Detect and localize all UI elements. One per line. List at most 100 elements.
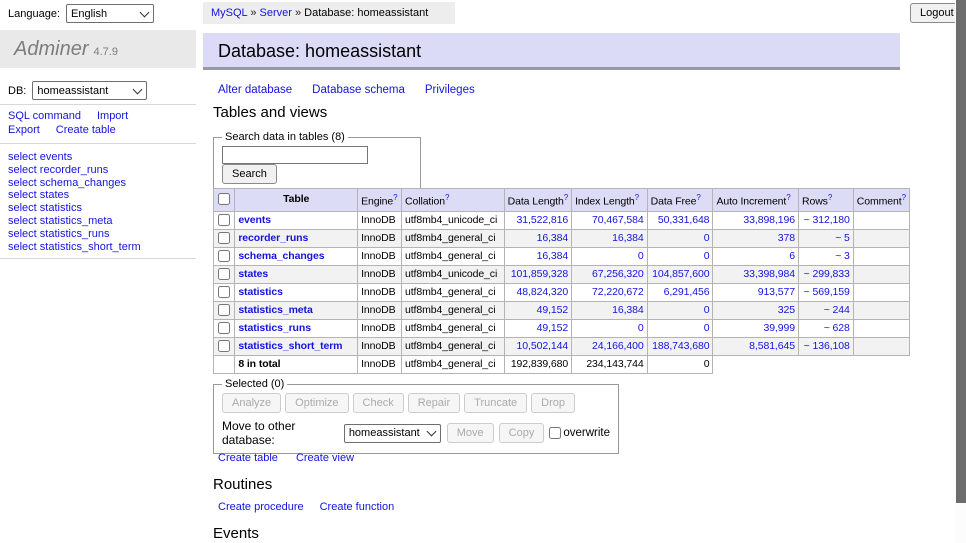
cell-auto_increment[interactable]: 6 xyxy=(713,247,799,265)
sidebar-import-link[interactable]: Import xyxy=(97,110,128,122)
data_free-link[interactable]: 0 xyxy=(704,304,710,316)
row-checkbox-cell[interactable] xyxy=(214,319,235,337)
create-procedure-link[interactable]: Create procedure xyxy=(218,501,304,513)
data_length-link[interactable]: 16,384 xyxy=(537,250,569,262)
sidebar-sql-command-link[interactable]: SQL command xyxy=(8,110,81,122)
table-name-link[interactable]: recorder_runs xyxy=(238,232,308,244)
cell-rows[interactable]: ~ 628 xyxy=(798,319,853,337)
rows-link[interactable]: ~ 244 xyxy=(824,304,850,316)
auto_increment-link[interactable]: 325 xyxy=(778,304,795,316)
scrollbar-thumb[interactable] xyxy=(956,0,966,503)
sidebar-select-link[interactable]: select statistics xyxy=(8,202,82,214)
row-checkbox-cell[interactable] xyxy=(214,211,235,229)
table-name-link[interactable]: statistics_meta xyxy=(238,304,312,316)
cell-table[interactable]: statistics xyxy=(235,283,358,301)
row-checkbox-cell[interactable] xyxy=(214,229,235,247)
index_length-link[interactable]: 72,220,672 xyxy=(592,286,644,298)
sidebar-select-link[interactable]: select states xyxy=(8,189,69,201)
data_free-link[interactable]: 188,743,680 xyxy=(652,340,709,352)
table-name-link[interactable]: statistics_runs xyxy=(238,322,311,334)
cell-data_free[interactable]: 50,331,648 xyxy=(647,211,713,229)
cell-data_length[interactable]: 10,502,144 xyxy=(504,337,571,355)
copy-button[interactable]: Copy xyxy=(499,423,545,443)
data_length-link[interactable]: 49,152 xyxy=(537,304,569,316)
cell-auto_increment[interactable]: 33,398,984 xyxy=(713,265,799,283)
column-help-link[interactable]: ? xyxy=(635,193,639,202)
cell-data_free[interactable]: 0 xyxy=(647,229,713,247)
table-name-link[interactable]: states xyxy=(238,268,268,280)
index_length-link[interactable]: 0 xyxy=(638,250,644,262)
optimize-button[interactable]: Optimize xyxy=(285,393,348,413)
data_length-link[interactable]: 10,502,144 xyxy=(517,340,569,352)
index_length-link[interactable]: 70,467,584 xyxy=(592,214,644,226)
breadcrumb-item[interactable]: Server xyxy=(260,7,292,19)
cell-rows[interactable]: ~ 569,159 xyxy=(798,283,853,301)
sidebar-select-link[interactable]: select events xyxy=(8,151,72,163)
cell-table[interactable]: statistics_meta xyxy=(235,301,358,319)
rows-link[interactable]: ~ 569,159 xyxy=(804,286,850,298)
cell-index_length[interactable]: 0 xyxy=(572,319,648,337)
index_length-link[interactable]: 24,166,400 xyxy=(592,340,644,352)
rows-link[interactable]: ~ 136,108 xyxy=(804,340,850,352)
auto_increment-link[interactable]: 33,398,984 xyxy=(743,268,795,280)
cell-index_length[interactable]: 24,166,400 xyxy=(572,337,648,355)
cell-table[interactable]: schema_changes xyxy=(235,247,358,265)
cell-rows[interactable]: ~ 5 xyxy=(798,229,853,247)
row-checkbox-cell[interactable] xyxy=(214,283,235,301)
row-checkbox-cell[interactable] xyxy=(214,265,235,283)
row-checkbox[interactable] xyxy=(218,304,230,316)
move-button[interactable]: Move xyxy=(447,423,494,443)
cell-rows[interactable]: ~ 299,833 xyxy=(798,265,853,283)
data_length-link[interactable]: 49,152 xyxy=(537,322,569,334)
repair-button[interactable]: Repair xyxy=(408,393,460,413)
cell-data_length[interactable]: 31,522,816 xyxy=(504,211,571,229)
row-checkbox-cell[interactable] xyxy=(214,337,235,355)
auto_increment-link[interactable]: 8,581,645 xyxy=(749,340,795,352)
cell-index_length[interactable]: 16,384 xyxy=(572,301,648,319)
index_length-link[interactable]: 0 xyxy=(638,322,644,334)
cell-data_length[interactable]: 49,152 xyxy=(504,319,571,337)
table-search-input[interactable] xyxy=(222,146,368,164)
auto_increment-link[interactable]: 33,898,196 xyxy=(743,214,795,226)
db-select[interactable]: homeassistant xyxy=(32,81,147,100)
cell-data_length[interactable]: 101,859,328 xyxy=(504,265,571,283)
cell-rows[interactable]: ~ 3 xyxy=(798,247,853,265)
cell-index_length[interactable]: 67,256,320 xyxy=(572,265,648,283)
rows-link[interactable]: ~ 5 xyxy=(835,232,850,244)
create-table-link[interactable]: Create table xyxy=(218,452,278,464)
cell-table[interactable]: states xyxy=(235,265,358,283)
index_length-link[interactable]: 16,384 xyxy=(612,232,644,244)
index_length-link[interactable]: 67,256,320 xyxy=(592,268,644,280)
database-schema-link[interactable]: Database schema xyxy=(312,84,405,96)
data_free-link[interactable]: 0 xyxy=(704,232,710,244)
cell-rows[interactable]: ~ 136,108 xyxy=(798,337,853,355)
truncate-button[interactable]: Truncate xyxy=(464,393,527,413)
drop-button[interactable]: Drop xyxy=(531,393,575,413)
sidebar-export-link[interactable]: Export xyxy=(8,124,40,136)
cell-auto_increment[interactable]: 913,577 xyxy=(713,283,799,301)
table-name-link[interactable]: events xyxy=(238,214,271,226)
row-checkbox[interactable] xyxy=(218,322,230,334)
row-checkbox-cell[interactable] xyxy=(214,301,235,319)
cell-index_length[interactable]: 72,220,672 xyxy=(572,283,648,301)
analyze-button[interactable]: Analyze xyxy=(222,393,281,413)
search-button[interactable]: Search xyxy=(222,164,277,184)
create-function-link[interactable]: Create function xyxy=(320,501,395,513)
column-help-link[interactable]: ? xyxy=(393,193,397,202)
rows-link[interactable]: ~ 3 xyxy=(835,250,850,262)
cell-table[interactable]: recorder_runs xyxy=(235,229,358,247)
cell-auto_increment[interactable]: 378 xyxy=(713,229,799,247)
row-checkbox[interactable] xyxy=(218,214,230,226)
language-select[interactable]: English xyxy=(66,4,154,23)
sidebar-select-link[interactable]: select recorder_runs xyxy=(8,164,108,176)
cell-data_free[interactable]: 0 xyxy=(647,247,713,265)
auto_increment-link[interactable]: 913,577 xyxy=(758,286,795,298)
sidebar-select-link[interactable]: select statistics_meta xyxy=(8,215,113,227)
column-help-link[interactable]: ? xyxy=(564,193,568,202)
cell-data_length[interactable]: 49,152 xyxy=(504,301,571,319)
sidebar-create-table-link[interactable]: Create table xyxy=(56,124,116,136)
cell-data_free[interactable]: 104,857,600 xyxy=(647,265,713,283)
data_free-link[interactable]: 50,331,648 xyxy=(658,214,710,226)
select-all-checkbox[interactable] xyxy=(218,193,230,205)
sidebar-select-link[interactable]: select statistics_runs xyxy=(8,228,109,240)
